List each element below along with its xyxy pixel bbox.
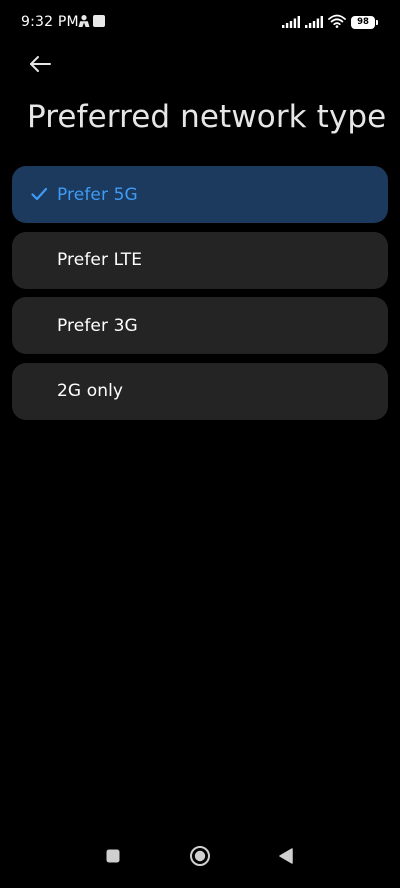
wifi-icon: [328, 13, 346, 32]
option-prefer-5g[interactable]: Prefer 5G: [12, 166, 388, 223]
status-time: 9:32 PM: [21, 14, 79, 30]
option-label: Prefer 3G: [57, 315, 138, 336]
option-label: Prefer LTE: [57, 250, 143, 270]
battery-icon: 98: [351, 15, 375, 29]
nav-back-button[interactable]: [272, 842, 300, 870]
option-prefer-3g[interactable]: Prefer 3G: [12, 297, 388, 354]
signal-icon: [305, 13, 323, 32]
arrow-left-icon: [30, 56, 51, 72]
square-notification-icon: [93, 15, 105, 27]
signal-icon: [282, 13, 300, 32]
navigation-bar: [0, 828, 400, 888]
battery-level: 98: [357, 16, 369, 27]
recents-square-icon: [106, 849, 120, 863]
battery-nub: [376, 19, 378, 25]
option-prefer-lte[interactable]: Prefer LTE: [12, 231, 388, 289]
screen: 9:32 PM 98 Preferred network type Prefer…: [0, 0, 400, 888]
status-bar: 9:32 PM 98: [0, 0, 400, 44]
option-label: Prefer 5G: [57, 184, 138, 205]
page-title: Preferred network type: [27, 99, 387, 135]
account-notification-icon: [77, 13, 91, 27]
network-type-options: Prefer 5G Prefer LTE Prefer 3G 2G only: [12, 166, 388, 428]
option-2g-only[interactable]: 2G only: [12, 362, 388, 420]
option-label: 2G only: [57, 381, 124, 401]
home-circle-icon: [190, 846, 210, 866]
status-icons: 98: [282, 14, 378, 30]
checkmark-icon: [30, 185, 48, 203]
home-button[interactable]: [186, 842, 214, 870]
recents-button[interactable]: [99, 842, 127, 870]
back-button[interactable]: [24, 50, 56, 78]
back-triangle-icon: [279, 848, 293, 864]
